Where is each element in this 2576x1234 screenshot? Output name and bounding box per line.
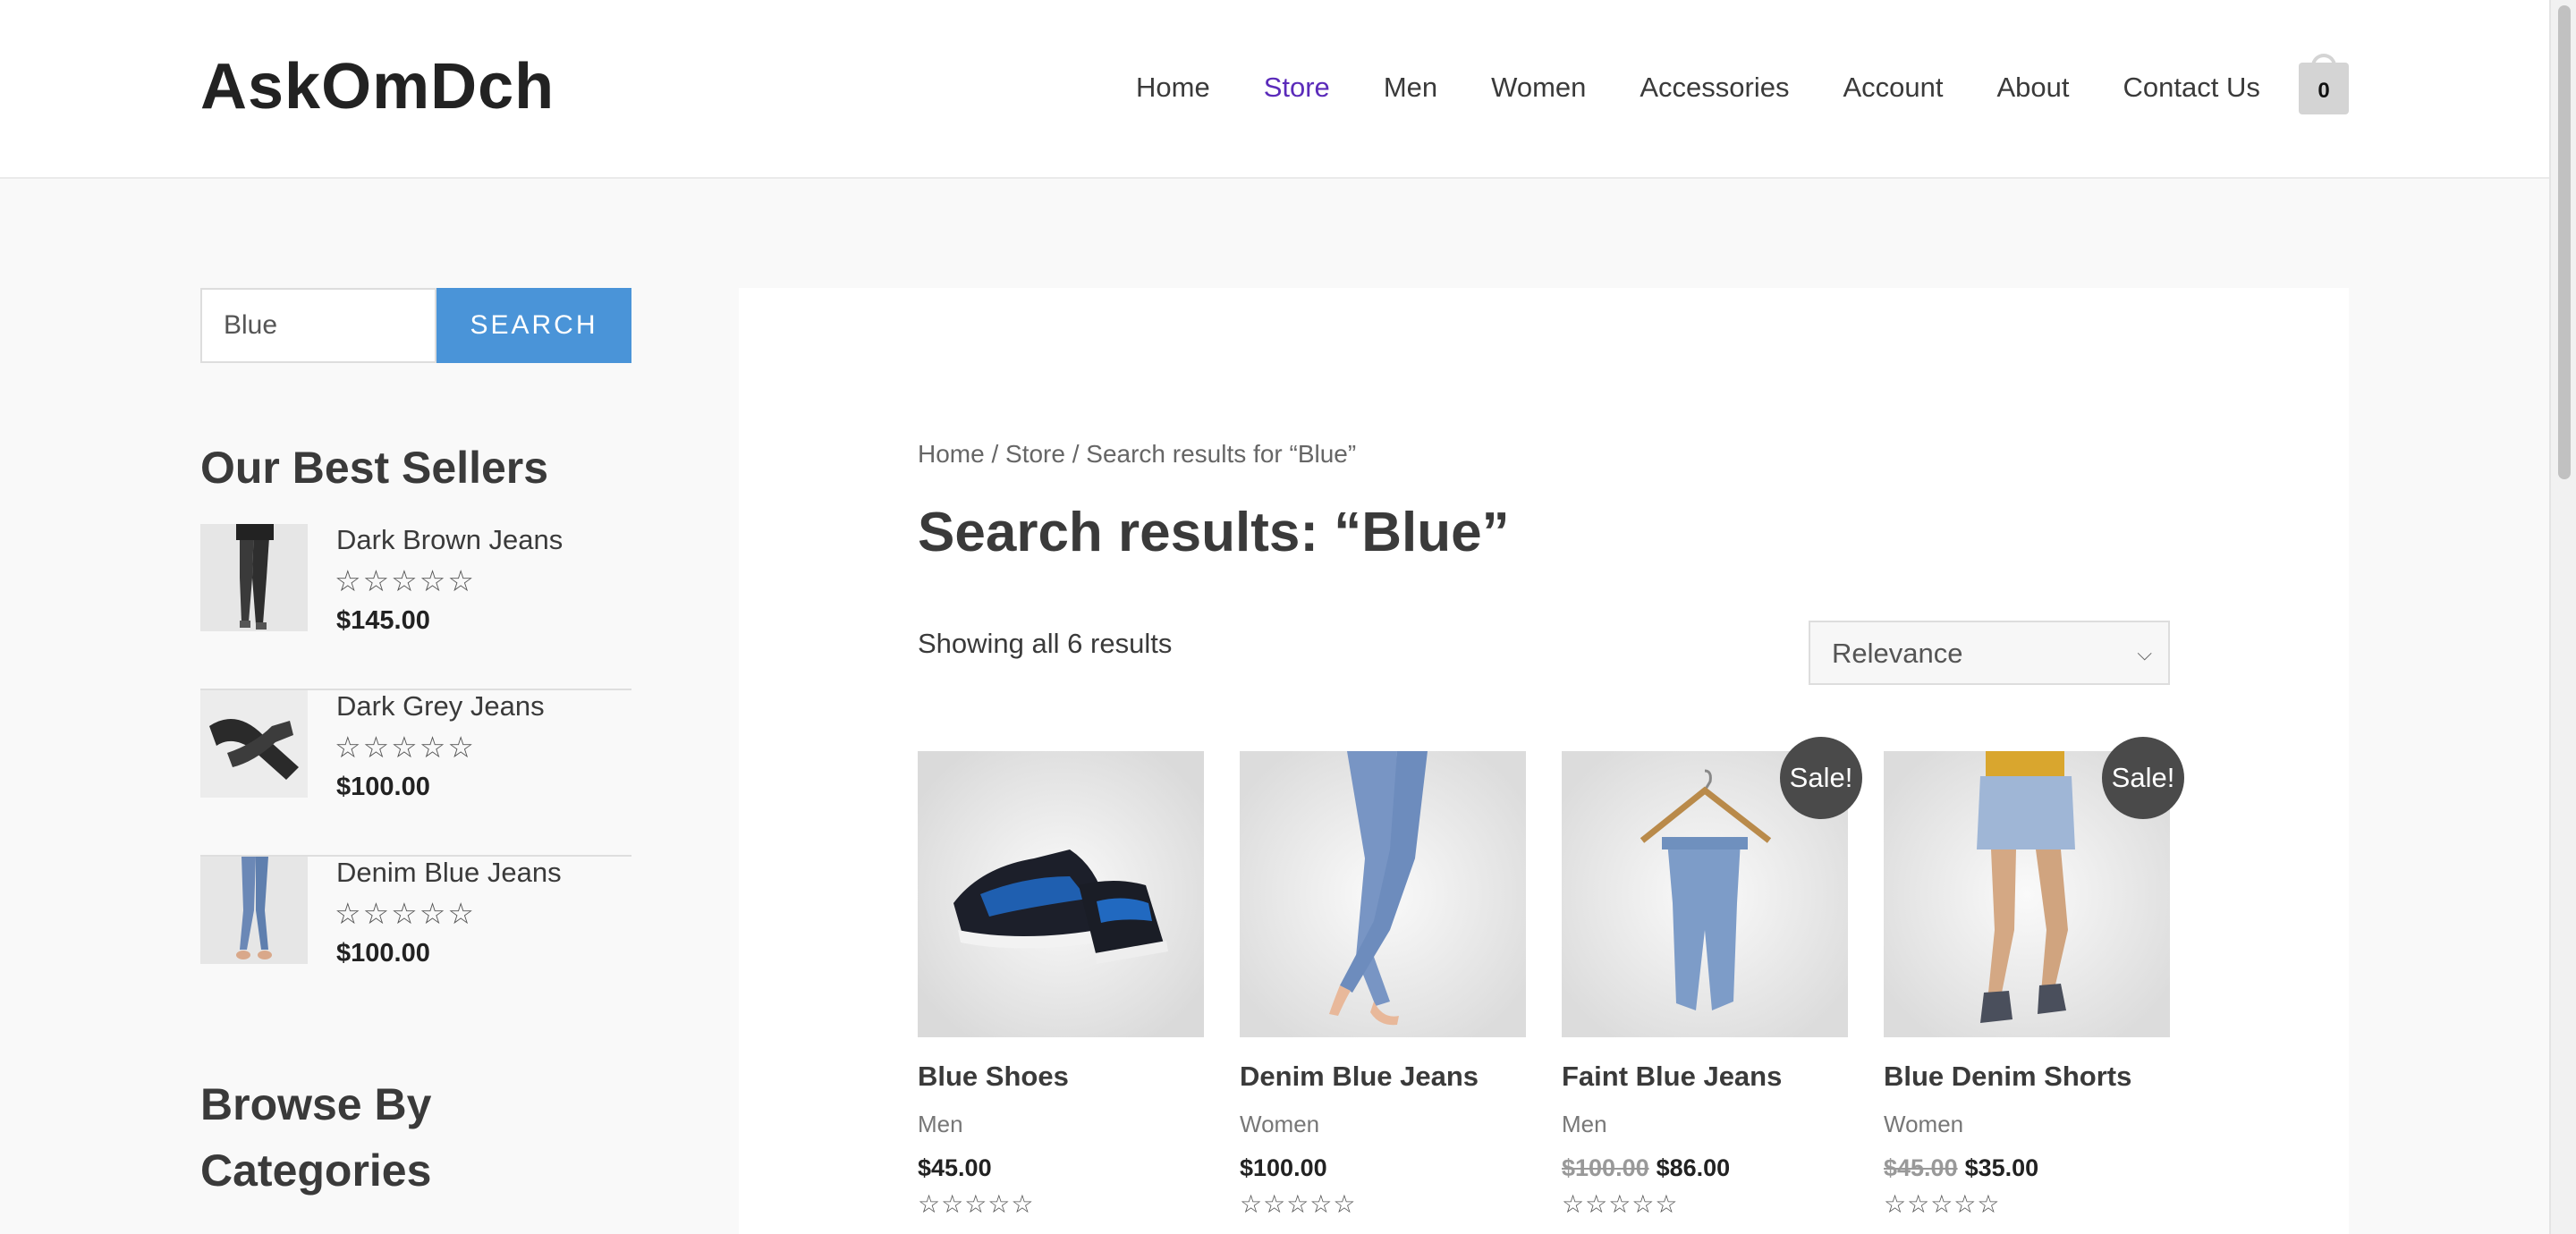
current-price: $45.00 xyxy=(918,1154,992,1181)
best-sellers-title: Our Best Sellers xyxy=(200,443,549,493)
product-price: $45.00 xyxy=(918,1154,1204,1182)
best-seller-name[interactable]: Denim Blue Jeans xyxy=(336,857,562,889)
nav-contact[interactable]: Contact Us xyxy=(2123,72,2260,104)
cart-icon[interactable]: 0 xyxy=(2299,54,2349,114)
best-seller-price: $145.00 xyxy=(336,606,430,635)
list-item: Dark Brown Jeans ☆☆☆☆☆ $145.00 xyxy=(200,524,631,690)
scrollbar-thumb[interactable] xyxy=(2558,5,2571,479)
product-category: Women xyxy=(1884,1111,1964,1137)
site-logo[interactable]: AskOmDch xyxy=(200,50,555,123)
nav-women[interactable]: Women xyxy=(1491,72,1586,104)
regular-price: $100.00 xyxy=(1562,1154,1649,1181)
page-title: Search results: “Blue” xyxy=(918,502,1510,563)
search-form: SEARCH xyxy=(200,288,631,363)
star-rating-icon: ☆☆☆☆☆ xyxy=(1240,1190,1357,1218)
list-item: Dark Grey Jeans ☆☆☆☆☆ $100.00 xyxy=(200,690,631,857)
best-seller-price: $100.00 xyxy=(336,773,430,801)
star-rating-icon: ☆☆☆☆☆ xyxy=(1562,1190,1679,1218)
star-rating-icon: ☆☆☆☆☆ xyxy=(1884,1190,2001,1218)
search-button[interactable]: SEARCH xyxy=(436,288,631,363)
best-seller-price: $100.00 xyxy=(336,939,430,968)
nav-men[interactable]: Men xyxy=(1384,72,1437,104)
star-rating-icon: ☆☆☆☆☆ xyxy=(918,1190,1035,1218)
product-price: $45.00 $35.00 xyxy=(1884,1154,2170,1182)
product-name[interactable]: Faint Blue Jeans xyxy=(1562,1061,1848,1093)
page-scrollbar[interactable] xyxy=(2549,0,2576,1234)
orderby-value: Relevance xyxy=(1832,638,1963,669)
product-name[interactable]: Blue Denim Shorts xyxy=(1884,1061,2170,1093)
product-card[interactable]: Sale! Faint Blue Jeans Men $100.00 $86.00… xyxy=(1562,737,1862,1219)
nav-accessories[interactable]: Accessories xyxy=(1640,72,1789,104)
product-category: Men xyxy=(918,1111,963,1137)
product-thumbnail[interactable] xyxy=(200,857,308,964)
nav-about[interactable]: About xyxy=(1997,72,2070,104)
nav-store[interactable]: Store xyxy=(1264,72,1330,104)
product-name[interactable]: Denim Blue Jeans xyxy=(1240,1061,1526,1093)
product-image[interactable] xyxy=(1240,751,1526,1037)
cart-count: 0 xyxy=(2318,79,2330,103)
current-price: $100.00 xyxy=(1240,1154,1327,1181)
sale-badge: Sale! xyxy=(1780,737,1862,819)
orderby-select[interactable]: Relevance ⌵ xyxy=(1809,621,2170,685)
star-rating-icon: ☆☆☆☆☆ xyxy=(335,731,476,764)
best-seller-name[interactable]: Dark Brown Jeans xyxy=(336,524,563,556)
product-thumbnail[interactable] xyxy=(200,690,308,798)
regular-price: $45.00 xyxy=(1884,1154,1958,1181)
sidebar: SEARCH Our Best Sellers Dark Brown Jeans… xyxy=(200,288,631,1204)
breadcrumb[interactable]: Home / Store / Search results for “Blue” xyxy=(918,440,1356,469)
product-price: $100.00 $86.00 xyxy=(1562,1154,1848,1182)
cart-bag-handle xyxy=(2311,54,2336,72)
product-image[interactable] xyxy=(918,751,1204,1037)
product-card[interactable]: Blue Shoes Men $45.00 ☆☆☆☆☆ xyxy=(918,751,1204,1219)
nav-account[interactable]: Account xyxy=(1843,72,1943,104)
product-grid: Blue Shoes Men $45.00 ☆☆☆☆☆ Denim Blue J… xyxy=(918,737,2184,1219)
main-nav: Home Store Men Women Accessories Account… xyxy=(1136,72,2314,104)
star-rating-icon: ☆☆☆☆☆ xyxy=(335,564,476,597)
product-category: Women xyxy=(1240,1111,1320,1137)
categories-title: Browse By Categories xyxy=(200,1079,432,1196)
sale-price: $86.00 xyxy=(1656,1154,1731,1181)
star-rating-icon: ☆☆☆☆☆ xyxy=(335,897,476,930)
product-category: Men xyxy=(1562,1111,1607,1137)
product-card[interactable]: Sale! Blue Denim Shorts Women $45.00 $35.… xyxy=(1884,737,2184,1219)
search-input[interactable] xyxy=(200,288,436,363)
sale-price: $35.00 xyxy=(1964,1154,2039,1181)
main-content: Home / Store / Search results for “Blue”… xyxy=(739,288,2349,1234)
product-price: $100.00 xyxy=(1240,1154,1526,1182)
best-sellers-list: Dark Brown Jeans ☆☆☆☆☆ $145.00 Dark Grey… xyxy=(200,524,631,1023)
product-card[interactable]: Denim Blue Jeans Women $100.00 ☆☆☆☆☆ xyxy=(1240,751,1526,1219)
product-thumbnail[interactable] xyxy=(200,524,308,631)
product-name[interactable]: Blue Shoes xyxy=(918,1061,1204,1093)
site-header: AskOmDch Home Store Men Women Accessorie… xyxy=(0,0,2549,179)
best-seller-name[interactable]: Dark Grey Jeans xyxy=(336,690,545,723)
nav-home[interactable]: Home xyxy=(1136,72,1210,104)
result-count: Showing all 6 results xyxy=(918,628,1173,659)
list-item: Denim Blue Jeans ☆☆☆☆☆ $100.00 xyxy=(200,857,631,1023)
chevron-down-icon: ⌵ xyxy=(2137,642,2152,664)
sale-badge: Sale! xyxy=(2102,737,2184,819)
